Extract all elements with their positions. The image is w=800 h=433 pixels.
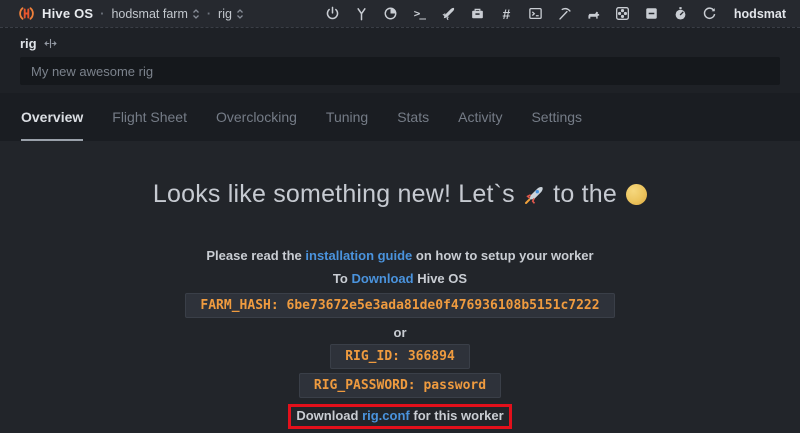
download-line: To Download Hive OS	[0, 270, 800, 288]
branch-icon[interactable]	[353, 5, 370, 22]
breadcrumb-separator: ·	[207, 7, 211, 21]
worker-description-input[interactable]	[20, 57, 780, 85]
page-title: Looks like something new! Let`s to the	[0, 179, 800, 213]
tab-settings[interactable]: Settings	[531, 93, 582, 141]
rig-id-row: RIG_ID: 366894	[0, 344, 800, 369]
red-highlight-box: Download rig.conf for this worker	[288, 404, 511, 429]
worker-name: rig	[218, 7, 232, 21]
overview-panel: Looks like something new! Let`s to the P…	[0, 141, 800, 433]
farm-hash-code: 6be73672e5e3ada81de0f476936108b5151c7222	[287, 298, 600, 313]
or-text: or	[0, 325, 800, 340]
rig-id-code: 366894	[408, 349, 455, 364]
worker-title-text: rig	[20, 36, 37, 51]
headline-text-before: Looks like something new! Let`s	[153, 180, 515, 208]
tab-overview[interactable]: Overview	[21, 93, 83, 141]
rigconf-row: Download rig.conf for this worker	[0, 402, 800, 429]
breadcrumb: Hive OS · hodsmat farm · rig	[18, 5, 244, 22]
tab-stats[interactable]: Stats	[397, 93, 429, 141]
download-line-suffix: Hive OS	[417, 271, 467, 286]
pickaxe-icon[interactable]	[556, 5, 573, 22]
rig-id-label: RIG_ID:	[345, 349, 400, 364]
rocket-icon[interactable]	[440, 5, 457, 22]
refresh-icon[interactable]	[701, 5, 718, 22]
guide-line-prefix: Please read the	[206, 248, 301, 263]
farm-hash-value: FARM_HASH: 6be73672e5e3ada81de0f47693610…	[185, 293, 614, 318]
watchdog-icon[interactable]	[585, 5, 602, 22]
shell-prompt-icon[interactable]: >_	[411, 5, 428, 22]
worker-header: rig	[0, 27, 800, 93]
stopwatch-icon[interactable]	[672, 5, 689, 22]
rig-password-value: RIG_PASSWORD: password	[299, 373, 501, 398]
updown-caret-icon	[192, 8, 200, 20]
breadcrumb-separator: ·	[100, 7, 104, 21]
rocket-emoji	[523, 183, 545, 213]
fan-icon[interactable]	[614, 5, 631, 22]
power-icon[interactable]	[324, 5, 341, 22]
hash-icon[interactable]: #	[498, 5, 515, 22]
tab-overclocking[interactable]: Overclocking	[216, 93, 297, 141]
brand-title[interactable]: Hive OS	[42, 6, 93, 21]
download-line-prefix: To	[333, 271, 348, 286]
rig-password-label: RIG_PASSWORD:	[314, 378, 416, 393]
rig-password-code: password	[423, 378, 486, 393]
hiveos-logo-icon[interactable]	[18, 5, 35, 22]
installation-guide-link[interactable]: installation guide	[305, 248, 412, 263]
toolbar: >_ #	[324, 5, 786, 22]
archive-box-icon[interactable]	[469, 5, 486, 22]
rigconf-line: Download rig.conf for this worker	[296, 407, 503, 425]
tabbar: Overview Flight Sheet Overclocking Tunin…	[0, 93, 800, 141]
tab-tuning[interactable]: Tuning	[326, 93, 368, 141]
worker-title: rig	[20, 36, 780, 51]
minus-square-icon[interactable]	[643, 5, 660, 22]
rigconf-suffix: for this worker	[413, 408, 503, 423]
guide-line: Please read the installation guide on ho…	[0, 247, 800, 265]
topbar: Hive OS · hodsmat farm · rig	[0, 0, 800, 27]
rigconf-link[interactable]: rig.conf	[362, 408, 410, 423]
rig-password-row: RIG_PASSWORD: password	[0, 373, 800, 398]
rigconf-prefix: Download	[296, 408, 358, 423]
breadcrumb-farm-selector[interactable]: hodsmat farm	[111, 7, 199, 21]
farm-name: hodsmat farm	[111, 7, 187, 21]
download-link[interactable]: Download	[351, 271, 413, 286]
terminal-window-icon[interactable]	[527, 5, 544, 22]
pie-chart-icon[interactable]	[382, 5, 399, 22]
username[interactable]: hodsmat	[734, 7, 786, 21]
rig-id-value: RIG_ID: 366894	[330, 344, 470, 369]
farm-hash-row: FARM_HASH: 6be73672e5e3ada81de0f47693610…	[0, 293, 800, 318]
headline-text-after: to the	[553, 180, 617, 208]
updown-caret-icon	[236, 8, 244, 20]
hiveos-worker-page: Hive OS · hodsmat farm · rig	[0, 0, 800, 407]
breadcrumb-worker-selector[interactable]: rig	[218, 7, 244, 21]
rename-arrows-icon[interactable]	[44, 38, 57, 49]
moon-emoji	[626, 184, 647, 205]
tab-flight-sheet[interactable]: Flight Sheet	[112, 93, 187, 141]
guide-line-suffix: on how to setup your worker	[416, 248, 594, 263]
tab-activity[interactable]: Activity	[458, 93, 502, 141]
farm-hash-label: FARM_HASH:	[200, 298, 278, 313]
